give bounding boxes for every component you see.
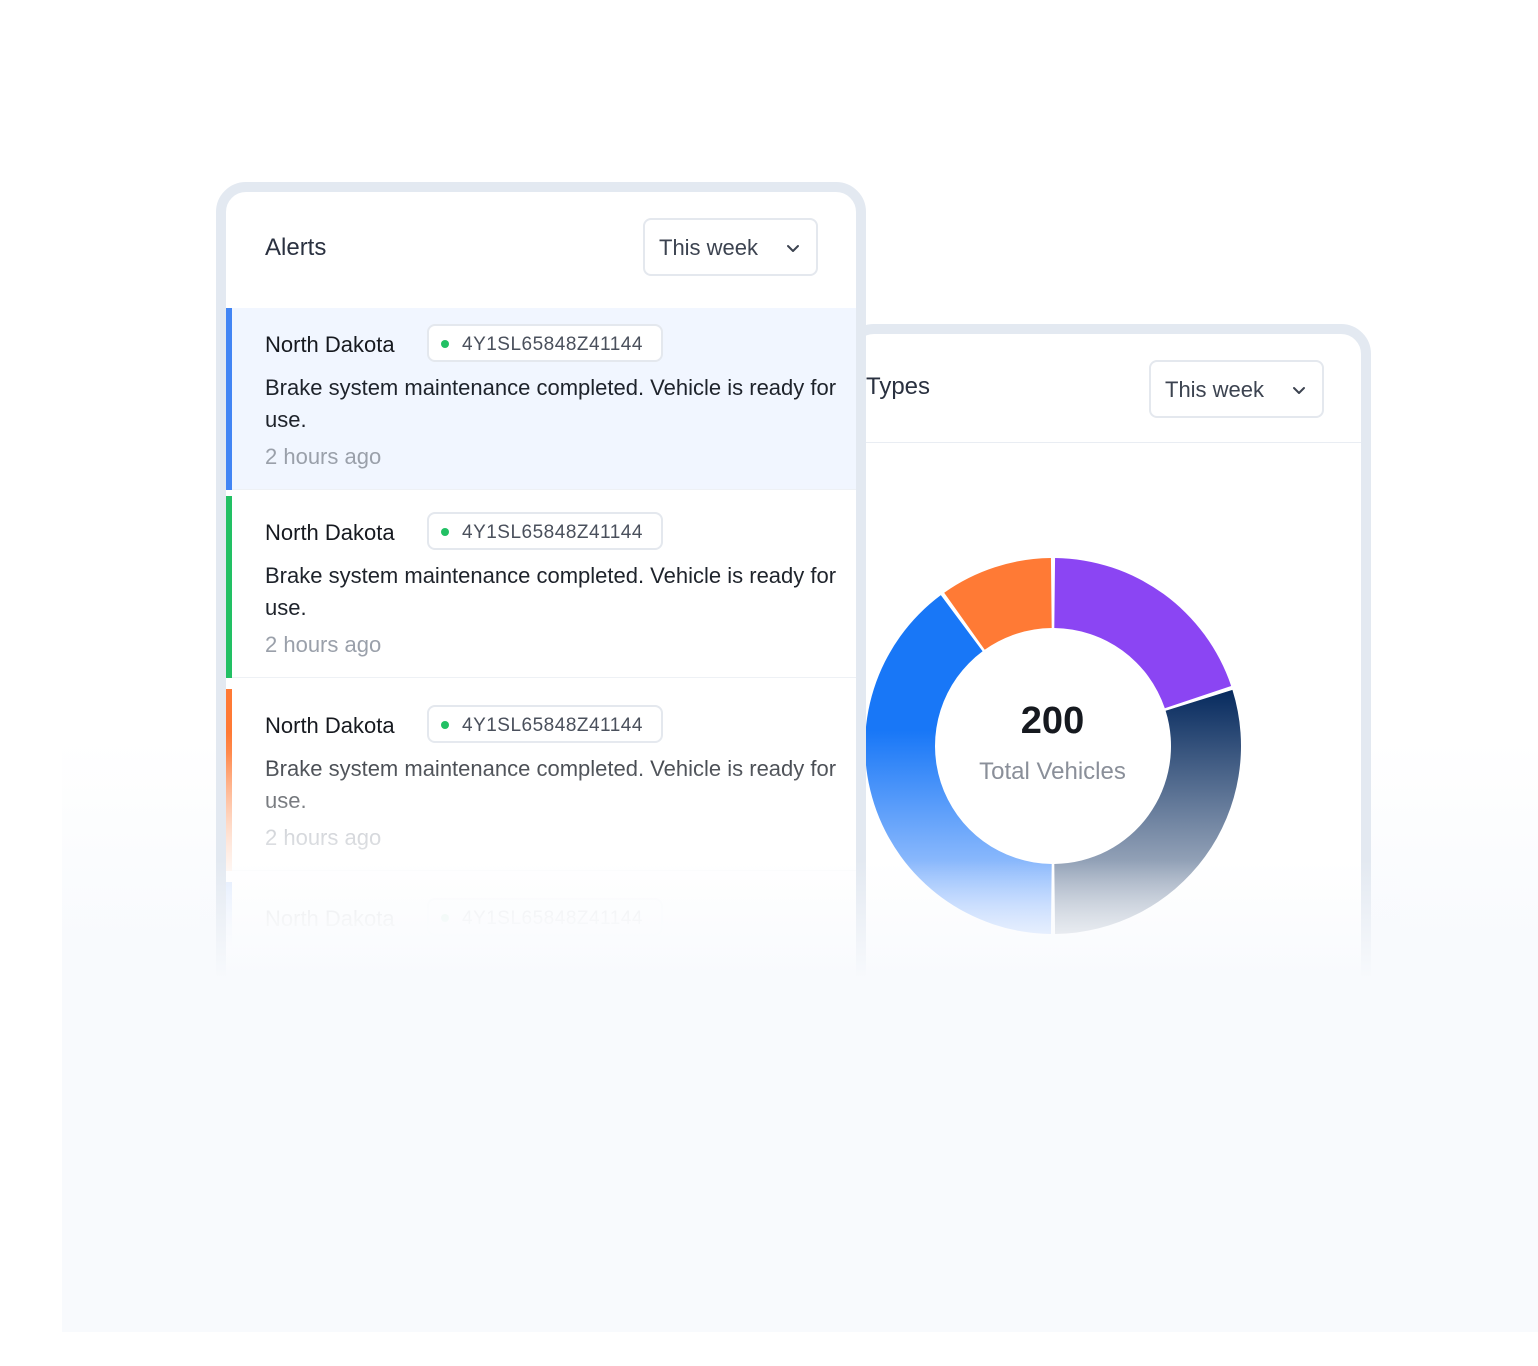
vin-text: 4Y1SL65848Z41144	[462, 908, 643, 929]
vin-text: 4Y1SL65848Z41144	[462, 334, 643, 355]
donut-total-value: 200	[1020, 700, 1085, 742]
alerts-period-label: This week	[659, 235, 759, 260]
vehicle-types-card: Types This week 200 Total Vehicles	[844, 324, 1371, 1024]
alert-location: North Dakota	[265, 713, 395, 738]
vin-badge: 4Y1SL65848Z41144	[427, 898, 663, 936]
alert-time: 2 hours ago	[265, 632, 382, 657]
status-dot-icon	[441, 914, 449, 922]
alert-location: North Dakota	[265, 332, 395, 357]
status-dot-icon	[441, 340, 449, 348]
vin-badge: 4Y1SL65848Z41144	[427, 324, 663, 362]
alert-list-item[interactable]: North Dakota 4Y1SL65848Z41144 Brake syst…	[226, 689, 856, 871]
vin-text: 4Y1SL65848Z41144	[462, 522, 643, 543]
donut-slice-purple[interactable]	[1054, 558, 1232, 709]
alert-status-bar	[226, 882, 232, 992]
vin-badge: 4Y1SL65848Z41144	[427, 512, 663, 550]
alert-location: North Dakota	[265, 906, 395, 931]
alerts-period-select[interactable]: This week	[643, 218, 818, 276]
vin-badge: 4Y1SL65848Z41144	[427, 705, 663, 743]
donut-total-label: Total Vehicles	[979, 758, 1126, 785]
alert-list-item[interactable]: North Dakota 4Y1SL65848Z41144 Brake syst…	[226, 308, 856, 490]
alerts-header: Alerts This week	[226, 192, 856, 308]
alert-message: Brake system maintenance completed. Vehi…	[265, 949, 805, 974]
alert-status-bar	[226, 496, 232, 678]
alerts-title: Alerts	[265, 234, 327, 261]
alert-location: North Dakota	[265, 520, 395, 545]
alert-message: Brake system maintenance completed. Vehi…	[265, 375, 837, 432]
vin-text: 4Y1SL65848Z41144	[462, 715, 643, 736]
alert-status-bar	[226, 308, 232, 490]
status-dot-icon	[441, 528, 449, 536]
alert-message: Brake system maintenance completed. Vehi…	[265, 563, 837, 620]
chevron-down-icon	[787, 245, 799, 252]
alert-status-bar	[226, 689, 232, 871]
page: Types This week 200 Total Vehicles Alert…	[0, 0, 1538, 1366]
alert-list-item[interactable]: North Dakota 4Y1SL65848Z41144 Brake syst…	[226, 496, 856, 678]
status-dot-icon	[441, 721, 449, 729]
alerts-card: Alerts This week North Dakota 4Y1SL65848…	[216, 182, 866, 1002]
alert-list-item[interactable]: North Dakota 4Y1SL65848Z41144 Brake syst…	[226, 882, 856, 992]
alert-time: 2 hours ago	[265, 444, 382, 469]
vehicle-types-donut-chart	[865, 558, 1241, 934]
alert-message: Brake system maintenance completed. Vehi…	[265, 756, 837, 813]
alert-time: 2 hours ago	[265, 825, 382, 850]
